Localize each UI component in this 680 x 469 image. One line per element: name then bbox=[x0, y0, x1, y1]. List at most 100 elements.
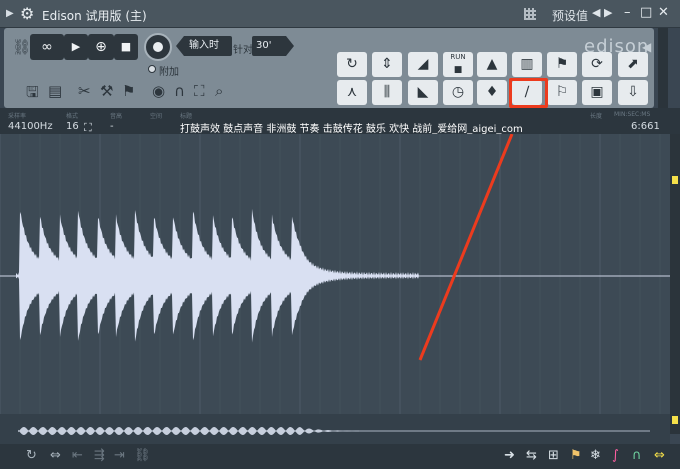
header-tag: 长度 bbox=[590, 113, 603, 120]
header-space: 空间 bbox=[150, 113, 163, 120]
highlight-box bbox=[509, 78, 548, 108]
center-split-tool-button[interactable]: ⇕ bbox=[372, 52, 402, 77]
snowflake-icon[interactable]: ❄ bbox=[590, 448, 601, 463]
trim-icon[interactable]: ⇤ bbox=[72, 448, 83, 463]
for-label: 针对 bbox=[233, 45, 253, 56]
loop-points-icon[interactable]: ⇥ bbox=[114, 448, 125, 463]
marker-add-icon: ⚑ bbox=[555, 56, 569, 72]
beat-slice-icon: ⫼ bbox=[383, 84, 391, 100]
resize-icon[interactable]: ⇔ bbox=[654, 448, 665, 463]
drop-icon: ♦ bbox=[485, 84, 499, 100]
link-icon[interactable]: ⛓ bbox=[12, 38, 31, 56]
title-bar: ▶ ⚙ Edison 试用版 (主) 预设值 ◀ ▶ – □ ✕ bbox=[0, 0, 680, 28]
toolbar-scrollbar[interactable] bbox=[658, 28, 668, 108]
ramp-icon: ◢ bbox=[417, 56, 429, 72]
clock-icon: ◷ bbox=[451, 84, 465, 100]
document-icon[interactable]: ▤ bbox=[48, 82, 62, 100]
overview-waveform bbox=[18, 427, 650, 435]
center-split-icon: ⇕ bbox=[381, 56, 393, 72]
beat-slice-tool-button[interactable]: ⫼ bbox=[372, 80, 402, 105]
pitch-value: - bbox=[110, 121, 114, 132]
flag-icon[interactable]: ⚑ bbox=[122, 82, 135, 100]
grid-icon[interactable] bbox=[524, 8, 536, 20]
bottom-toolbar: ↻ ⇔ ⇤ ⇶ ⇥ ⛓ ➜ ⇆ ⊞ ⚑ ❄ ∫ ∩ ⇔ bbox=[0, 444, 680, 469]
magnet-icon[interactable]: ∩ bbox=[174, 82, 185, 100]
scroll-marker-top bbox=[672, 176, 678, 184]
eye-icon[interactable]: ◉ bbox=[152, 82, 165, 100]
marker-move-tool-button[interactable]: ⚐ bbox=[547, 80, 577, 105]
window-title: Edison 试用版 (主) bbox=[42, 9, 147, 23]
stop-button[interactable]: ■ bbox=[114, 34, 138, 60]
insert-icon: ⇩ bbox=[627, 84, 639, 100]
waveform-graphic bbox=[0, 133, 670, 414]
wrench-icon[interactable]: ⚒ bbox=[100, 82, 113, 100]
fade-icon: ◣ bbox=[417, 84, 429, 100]
input-mode-select[interactable]: 输入时 bbox=[176, 36, 232, 56]
header-rate: 采样率 bbox=[8, 113, 27, 120]
preset-button[interactable]: 预设值 bbox=[552, 7, 588, 24]
antenna-tool-button[interactable]: ⋏ bbox=[337, 80, 367, 105]
antenna-icon: ⋏ bbox=[346, 84, 358, 100]
gear-icon[interactable]: ⚙ bbox=[20, 4, 34, 23]
drop-tool-button[interactable]: ♦ bbox=[477, 80, 507, 105]
sample-length: 6:661 bbox=[631, 121, 660, 132]
scissors-icon[interactable]: ✂ bbox=[78, 82, 91, 100]
loop-icon: ⟳ bbox=[591, 56, 603, 72]
attach-radio[interactable] bbox=[148, 65, 156, 73]
run-icon: ■ bbox=[453, 65, 463, 75]
rocket-tool-button[interactable]: ▲ bbox=[477, 52, 507, 77]
headphones-icon[interactable]: ∩ bbox=[632, 448, 642, 463]
zoom-icon[interactable]: ⌕ bbox=[215, 82, 223, 100]
record-button[interactable] bbox=[144, 33, 172, 61]
save-tool-button[interactable]: ▣ bbox=[582, 80, 612, 105]
sample-description[interactable]: 打鼓声效 鼓点声音 非洲鼓 节奏 击鼓传花 鼓乐 欢快 战前_爱给网_aigei… bbox=[180, 120, 523, 135]
minimize-icon[interactable]: – bbox=[624, 5, 631, 20]
fade-tool-button[interactable]: ◣ bbox=[408, 80, 438, 105]
maximize-icon[interactable]: □ bbox=[640, 5, 652, 20]
scroll-marker-bottom bbox=[672, 416, 678, 424]
header-min: MIN:SEC:MS bbox=[614, 111, 651, 118]
send-icon[interactable]: ➜ bbox=[504, 448, 515, 463]
marker-add-tool-button[interactable]: ⚑ bbox=[547, 52, 577, 77]
chain-icon[interactable]: ⛓ bbox=[134, 448, 151, 463]
cycle-icon[interactable]: ↻ bbox=[26, 448, 37, 463]
save-icon: ▣ bbox=[590, 84, 604, 100]
waveform-view[interactable] bbox=[0, 133, 670, 414]
insert-tool-button[interactable]: ⇩ bbox=[618, 80, 648, 105]
waveform-shape bbox=[16, 208, 419, 343]
bit-depth: 16 bbox=[66, 121, 79, 132]
run-label: RUN bbox=[450, 53, 466, 61]
spectrum-tool-button[interactable]: ▥ bbox=[512, 52, 542, 77]
overview-bar[interactable] bbox=[0, 414, 670, 444]
duration-select[interactable]: 30' bbox=[252, 36, 294, 56]
run-tool-button[interactable]: RUN ■ bbox=[443, 52, 473, 77]
rocket-icon: ▲ bbox=[486, 56, 498, 72]
refresh-tool-button[interactable]: ↻ bbox=[337, 52, 367, 77]
header-format: 格式 bbox=[66, 113, 79, 120]
curve-icon[interactable]: ∫ bbox=[612, 448, 619, 463]
cursor-select-tool-button[interactable]: ⬈ bbox=[618, 52, 648, 77]
annotation-arrow bbox=[418, 133, 514, 361]
loop-button[interactable]: ∞ bbox=[30, 34, 64, 60]
ruler-icon[interactable]: ⊞ bbox=[548, 448, 559, 463]
attach-label: 附加 bbox=[159, 67, 179, 78]
fullscreen-icon[interactable]: ⛶ bbox=[194, 82, 205, 100]
loop-tool-button[interactable]: ⟳ bbox=[582, 52, 612, 77]
ramp-tool-button[interactable]: ◢ bbox=[408, 52, 438, 77]
right-scrollbar[interactable] bbox=[670, 134, 680, 434]
disk-icon[interactable]: 🖫 bbox=[26, 82, 39, 107]
clock-tool-button[interactable]: ◷ bbox=[443, 80, 473, 105]
menu-arrow-icon[interactable]: ▶ bbox=[6, 8, 14, 19]
preset-next-icon[interactable]: ▶ bbox=[604, 6, 612, 19]
split-icon[interactable]: ⇔ bbox=[50, 448, 61, 463]
play-button[interactable]: ▶ bbox=[64, 34, 88, 60]
preset-prev-icon[interactable]: ◀ bbox=[592, 6, 600, 19]
info-row: 采样率 格式 音高 空间 标题 长度 MIN:SEC:MS 44100Hz 16… bbox=[0, 108, 680, 135]
record-mode-button[interactable]: ⊕ bbox=[88, 34, 114, 60]
marker-icon[interactable]: ⇆ bbox=[526, 448, 537, 463]
marker-move-icon: ⚐ bbox=[555, 84, 569, 100]
crossfade-icon[interactable]: ⇶ bbox=[94, 448, 105, 463]
close-icon[interactable]: ✕ bbox=[658, 5, 669, 20]
refresh-icon: ↻ bbox=[346, 56, 358, 72]
pin-icon[interactable]: ⚑ bbox=[570, 448, 582, 463]
